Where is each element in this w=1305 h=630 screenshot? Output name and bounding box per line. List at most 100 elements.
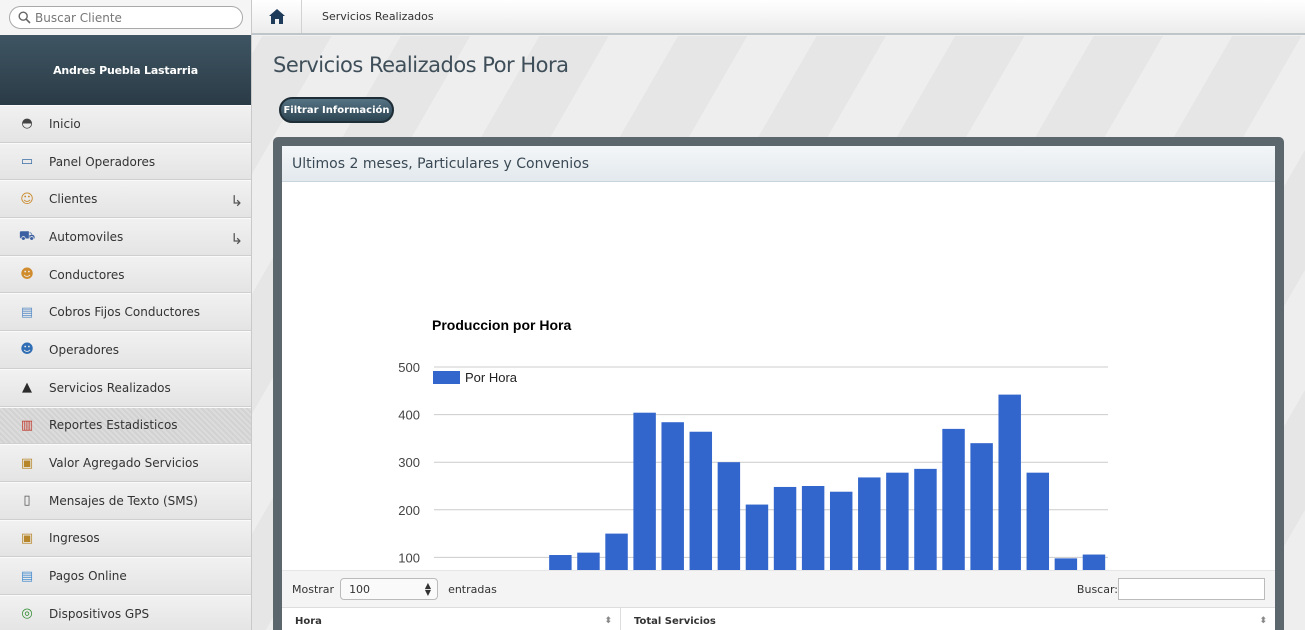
- panel-title: Ultimos 2 meses, Particulares y Convenio…: [292, 155, 590, 172]
- operator-icon: ☻: [20, 342, 34, 358]
- y-tick-label: 500: [398, 360, 420, 375]
- submenu-arrow-icon: ↳: [230, 192, 243, 211]
- table-search-label: Buscar:: [1076, 582, 1118, 596]
- user-name: Andres Puebla Lastarria: [53, 63, 198, 77]
- client-search-box[interactable]: [9, 6, 243, 29]
- show-label: Mostrar: [292, 582, 335, 596]
- bar: [1054, 558, 1078, 570]
- column-header-total-servicios[interactable]: Total Servicios ⬍: [621, 608, 1275, 630]
- sidebar-menu: ◓ Inicio ▭ Panel Operadores ☺ Clientes ↳ ⛟ Autom…: [0, 105, 251, 630]
- car-icon: ⛟: [18, 229, 36, 245]
- phone-icon: ▯: [23, 493, 31, 509]
- bar: [914, 468, 937, 570]
- bar: [745, 504, 769, 570]
- sidebar-item-label: Mensajes de Texto (SMS): [49, 493, 198, 508]
- bar: [661, 422, 684, 570]
- page-size-select[interactable]: 100 ▲ ▼: [340, 578, 439, 600]
- bar: [942, 428, 965, 570]
- entries-label: entradas: [448, 582, 497, 596]
- money-icon: ▣: [20, 530, 34, 546]
- bar: [886, 472, 909, 570]
- sidebar-item-cobros-fijos-conductores[interactable]: ▤ Cobros Fijos Conductores: [0, 293, 251, 332]
- sidebar-item-label: Pagos Online: [49, 569, 127, 584]
- page-size-value: 100: [349, 582, 371, 596]
- bar: [858, 477, 881, 570]
- y-tick-label: 200: [398, 503, 420, 518]
- sidebar-item-pagos-online[interactable]: ▤ Pagos Online: [0, 557, 251, 595]
- gps-icon: ◎: [21, 606, 33, 622]
- bar: [801, 486, 825, 570]
- legend-swatch: [433, 371, 460, 384]
- bar-chart: Produccion por HoraPor Hora0100200300400…: [398, 317, 1108, 570]
- users-icon: ☺: [20, 191, 34, 207]
- bar: [689, 431, 713, 570]
- bar: [717, 462, 741, 570]
- panel-frame: Ultimos 2 meses, Particulares y Convenio…: [273, 137, 1284, 630]
- bar: [998, 394, 1021, 570]
- legend-label: Por Hora: [465, 370, 518, 385]
- road-icon: ▲: [22, 380, 32, 396]
- bar: [1026, 472, 1050, 570]
- online-payment-icon: ▤: [20, 568, 34, 584]
- monitor-icon: ▭: [20, 154, 34, 170]
- sidebar-item-label: Conductores: [49, 267, 125, 282]
- sidebar-item-automoviles[interactable]: ⛟ Automoviles ↳: [0, 218, 251, 256]
- sidebar-item-label: Ingresos: [49, 531, 100, 546]
- select-arrows-icon: ▲ ▼: [424, 581, 432, 597]
- column-header-label: Hora: [295, 616, 322, 627]
- table-controls: Mostrar 100 ▲ ▼ entradas Buscar:: [282, 570, 1275, 607]
- main-content: Servicios Realizados Por Hora Filtrar In…: [252, 36, 1305, 630]
- invoice-icon: ▤: [20, 304, 34, 320]
- chart-title: Produccion por Hora: [432, 317, 571, 333]
- bar: [970, 443, 993, 570]
- search-icon: [18, 11, 31, 24]
- sidebar-item-label: Automoviles: [49, 229, 124, 244]
- bar: [773, 486, 797, 570]
- sidebar-item-servicios-realizados[interactable]: ▲ Servicios Realizados: [0, 368, 251, 407]
- chart-area: Produccion por HoraPor Hora0100200300400…: [282, 183, 1248, 570]
- sidebar-item-label: Reportes Estadisticos: [49, 418, 178, 433]
- filter-button[interactable]: Filtrar Información: [279, 97, 394, 123]
- sidebar-item-panel-operadores[interactable]: ▭ Panel Operadores: [0, 142, 251, 181]
- breadcrumb-current[interactable]: Servicios Realizados: [322, 10, 434, 23]
- sidebar-item-mensajes-de-texto-sms[interactable]: ▯ Mensajes de Texto (SMS): [0, 481, 251, 520]
- sidebar-item-label: Inicio: [49, 116, 81, 131]
- submenu-arrow-icon: ↳: [230, 230, 243, 249]
- sidebar-item-conductores[interactable]: ☻ Conductores: [0, 255, 251, 294]
- bar-chart-icon: ▥: [20, 417, 34, 433]
- client-search-input[interactable]: [35, 10, 225, 25]
- sidebar-item-reportes-estadisticos[interactable]: ▥ Reportes Estadisticos: [0, 406, 251, 445]
- sidebar-item-dispositivos-gps[interactable]: ◎ Dispositivos GPS: [0, 594, 251, 630]
- wallet-icon: ▣: [20, 455, 34, 471]
- y-tick-label: 300: [398, 455, 420, 470]
- bar: [829, 491, 853, 570]
- sidebar-item-label: Dispositivos GPS: [49, 606, 150, 621]
- sidebar-item-label: Valor Agregado Servicios: [49, 456, 199, 471]
- table-search-input[interactable]: [1118, 578, 1265, 600]
- home-button[interactable]: [252, 0, 302, 33]
- sidebar-item-label: Operadores: [49, 342, 119, 357]
- sort-icon: ⬍: [604, 616, 612, 626]
- sidebar-item-clientes[interactable]: ☺ Clientes ↳: [0, 180, 251, 219]
- driver-icon: ☻: [20, 267, 34, 283]
- y-tick-label: 100: [398, 550, 420, 565]
- sidebar-item-operadores[interactable]: ☻ Operadores: [0, 331, 251, 369]
- bar: [577, 552, 600, 570]
- sidebar-item-label: Servicios Realizados: [49, 380, 171, 395]
- column-header-hora[interactable]: Hora ⬍: [282, 608, 621, 630]
- bar: [549, 555, 572, 570]
- sidebar-item-label: Panel Operadores: [49, 154, 156, 169]
- column-header-label: Total Servicios: [634, 616, 716, 627]
- page-title: Servicios Realizados Por Hora: [273, 53, 569, 77]
- report-panel: Ultimos 2 meses, Particulares y Convenio…: [282, 146, 1275, 630]
- sidebar-item-label: Clientes: [49, 192, 98, 207]
- sidebar-item-valor-agregado-servicios[interactable]: ▣ Valor Agregado Servicios: [0, 444, 251, 482]
- sidebar-item-inicio[interactable]: ◓ Inicio: [0, 105, 251, 143]
- dashboard-icon: ◓: [21, 116, 33, 132]
- user-panel: Andres Puebla Lastarria: [0, 35, 251, 105]
- sidebar-item-ingresos[interactable]: ▣ Ingresos: [0, 519, 251, 558]
- bar: [1082, 554, 1106, 570]
- home-icon: [268, 9, 285, 24]
- sidebar-item-label: Cobros Fijos Conductores: [49, 305, 201, 320]
- topbar: Servicios Realizados: [252, 0, 1305, 35]
